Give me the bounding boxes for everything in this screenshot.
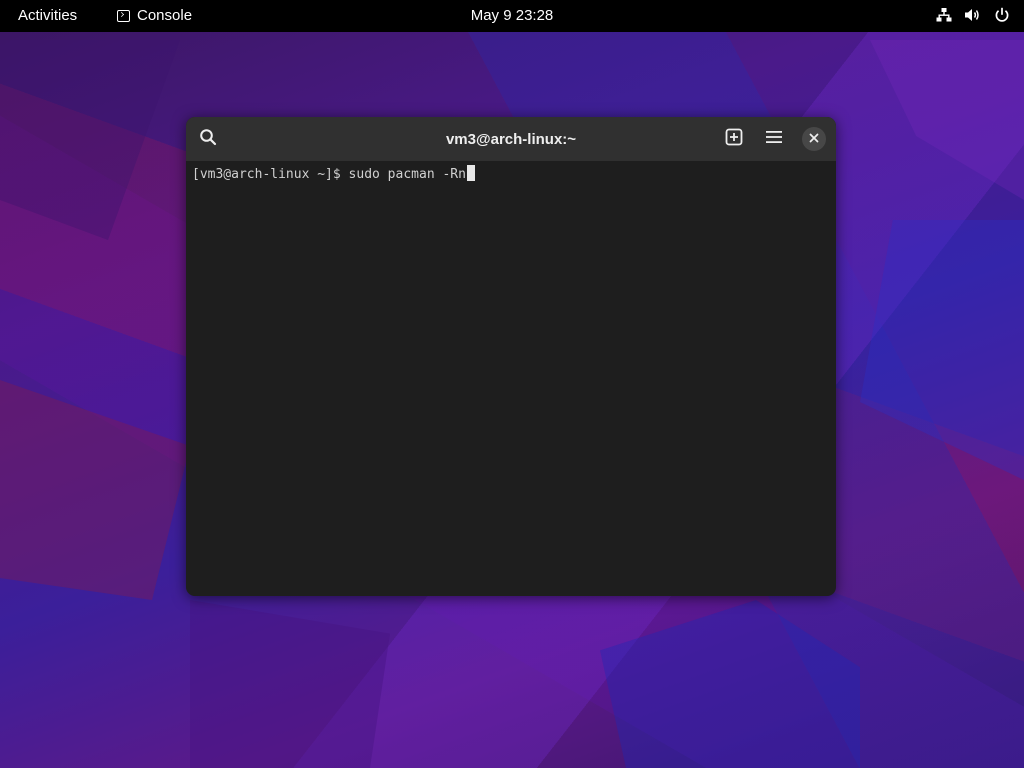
- clock[interactable]: May 9 23:28: [471, 7, 554, 24]
- command-input[interactable]: sudo pacman -Rn: [349, 167, 466, 182]
- terminal-window[interactable]: vm3@arch-linux:~ [vm3@arch-linux ~]$ sud…: [186, 117, 836, 596]
- network-icon[interactable]: [936, 7, 952, 23]
- close-icon: [809, 130, 819, 148]
- app-menu-button[interactable]: Console: [117, 7, 192, 24]
- terminal-output[interactable]: [vm3@arch-linux ~]$ sudo pacman -Rn: [192, 165, 830, 590]
- terminal-icon: [117, 9, 130, 22]
- app-menu-label: Console: [137, 7, 193, 24]
- menu-button[interactable]: [760, 125, 788, 153]
- system-tray[interactable]: [936, 7, 1010, 23]
- new-tab-button[interactable]: [720, 125, 748, 153]
- activities-button[interactable]: Activities: [18, 7, 77, 24]
- volume-icon[interactable]: [964, 7, 982, 23]
- power-icon[interactable]: [994, 7, 1010, 23]
- terminal-header-bar[interactable]: vm3@arch-linux:~: [186, 117, 836, 161]
- top-bar: Activities Console May 9 23:28: [0, 0, 1024, 32]
- shell-prompt: [vm3@arch-linux ~]$: [192, 167, 349, 182]
- text-cursor: [466, 165, 475, 181]
- close-button[interactable]: [800, 125, 828, 153]
- menu-icon: [766, 130, 782, 149]
- new-tab-icon: [725, 128, 743, 151]
